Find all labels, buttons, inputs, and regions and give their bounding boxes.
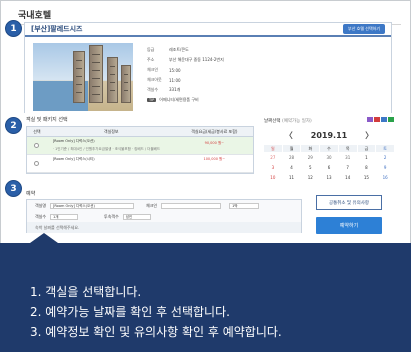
room-radio[interactable] bbox=[34, 161, 40, 166]
rooms-label: 객실수 bbox=[35, 213, 47, 219]
room-table: 선택 객실정보 객실요금(세금/봉사료 포함) [Room Only] 디럭스(… bbox=[26, 126, 254, 174]
calendar-day[interactable]: 2 bbox=[376, 153, 394, 162]
next-month-button[interactable]: 〉 bbox=[365, 130, 373, 141]
booking-section: 예약 객실명 [Room Only] 디럭스(오션) 체크인 1박 객실수 1개… bbox=[24, 190, 392, 234]
calendar-day[interactable]: 12 bbox=[301, 173, 319, 182]
room-name: [Room Only] 디럭스(오션) bbox=[52, 139, 95, 143]
weekday-header: 일 bbox=[264, 145, 282, 152]
calendar-day[interactable]: 5 bbox=[301, 163, 319, 172]
calendar-day[interactable]: 13 bbox=[320, 173, 338, 182]
room-price: 90,000 원~ bbox=[204, 141, 225, 145]
info-label: 등급 bbox=[147, 47, 155, 52]
instruction-line: 1. 객실을 선택합니다. bbox=[30, 285, 142, 299]
info-value: 15:00 bbox=[169, 67, 181, 73]
room-date-section: 객실 및 패키지 선택 선택 객실정보 객실요금(세금/봉사료 포함) [Roo… bbox=[24, 113, 394, 189]
booking-form: 객실명 [Room Only] 디럭스(오션) 체크인 1박 객실수 1개 투숙… bbox=[26, 199, 302, 233]
instruction-list: 1. 객실을 선택합니다. 2. 예약가능 날짜를 확인 후 선택합니다. 3.… bbox=[30, 282, 282, 342]
calendar-day[interactable]: 30 bbox=[320, 153, 338, 162]
calendar-day[interactable]: 6 bbox=[320, 163, 338, 172]
booking-section-label: 예약 bbox=[26, 191, 36, 197]
hotel-card-header: [부산]팔레드시즈 부산 호텔 선택하기 bbox=[25, 23, 391, 37]
calendar-legend bbox=[366, 117, 394, 124]
col-select: 선택 bbox=[33, 128, 41, 134]
calendar-day[interactable]: 7 bbox=[339, 163, 357, 172]
hotel-info-list: 등급 레조트/콘도 주소 부산 해운대구 중동 1124-2번지 체크인 15:00 … bbox=[147, 45, 224, 105]
room-field[interactable]: [Room Only] 디럭스(오션) bbox=[50, 202, 135, 209]
calendar-day[interactable]: 27 bbox=[264, 153, 282, 162]
calendar-day[interactable]: 4 bbox=[283, 163, 301, 172]
hotel-name: [부산]팔레드시즈 bbox=[31, 25, 83, 33]
prev-month-button[interactable]: 〈 bbox=[285, 130, 293, 141]
hotel-info-row: 객실수 331개 bbox=[147, 85, 224, 95]
info-label: 체크아웃 bbox=[147, 77, 162, 82]
hotel-photo bbox=[33, 43, 133, 111]
instruction-line: 3. 예약정보 확인 및 유의사항 확인 후 예약합니다. bbox=[30, 325, 282, 339]
page-title: 국내호텔 bbox=[18, 11, 52, 21]
weekday-header: 수 bbox=[320, 145, 338, 152]
date-hint: 숙박 날짜를 선택해주세요. bbox=[27, 222, 301, 233]
guests-select[interactable]: 성인 bbox=[122, 213, 151, 220]
calendar-day[interactable]: 29 bbox=[301, 153, 319, 162]
col-price: 객실요금(세금/봉사료 포함) bbox=[191, 128, 238, 134]
nights-select[interactable]: 1박 bbox=[229, 202, 260, 209]
hotel-info-row: 주소 부산 해운대구 중동 1124-2번지 bbox=[147, 55, 224, 65]
col-room-info: 객실정보 bbox=[103, 128, 119, 134]
info-label: 주소 bbox=[147, 57, 155, 62]
hotel-select-button[interactable]: 부산 호텔 선택하기 bbox=[343, 24, 385, 34]
step-badge-2: 2 bbox=[5, 117, 22, 134]
room-price: 100,000 원~ bbox=[203, 157, 226, 161]
calendar-note: (예약가능 일자) bbox=[282, 118, 312, 124]
room-row[interactable]: [Room Only] 디럭스(시티) 100,000 원~ bbox=[27, 155, 253, 173]
info-value: 331개 bbox=[169, 87, 181, 92]
hotel-info-row: TIP 어메니티/세면용품 구비 bbox=[147, 95, 224, 105]
calendar-day[interactable]: 1 bbox=[358, 153, 376, 162]
instruction-line: 2. 예약가능 날짜를 확인 후 선택합니다. bbox=[30, 305, 230, 319]
room-table-header: 선택 객실정보 객실요금(세금/봉사료 포함) bbox=[27, 127, 253, 137]
info-value: 레조트/콘도 bbox=[169, 47, 189, 52]
guests-label: 투숙객수 bbox=[104, 213, 119, 219]
calendar-label: 날짜선택 bbox=[264, 118, 281, 124]
calendar-day[interactable]: 15 bbox=[358, 173, 376, 182]
room-label: 객실명 bbox=[35, 202, 47, 208]
room-detail: · 1인기준 / 최대4인 / 인원추가요금발생 · 조식불포함 · 킹베드 /… bbox=[52, 147, 161, 151]
hotel-card: [부산]팔레드시즈 부산 호텔 선택하기 등급 레조트/콘도 주소 부산 해운대구 … bbox=[24, 22, 392, 114]
calendar: 날짜선택 (예약가능 일자) 〈 2019.11 〉 일 월 화 수 목 금 토 27 28 29… bbox=[264, 117, 394, 182]
info-label: 객실수 bbox=[147, 87, 159, 92]
info-value: 어메니티/세면용품 구비 bbox=[159, 97, 199, 102]
info-value: 11:00 bbox=[169, 77, 181, 83]
weekday-header: 금 bbox=[357, 145, 376, 152]
calendar-grid: 일 월 화 수 목 금 토 27 28 29 30 31 1 2 3 4 5 6 7 8 9 10 11 12 13 14 15 16 bbox=[264, 145, 394, 182]
tip-badge: TIP bbox=[147, 98, 157, 102]
weekday-header: 목 bbox=[338, 145, 357, 152]
checkin-field[interactable] bbox=[161, 202, 222, 209]
calendar-day[interactable]: 16 bbox=[376, 173, 394, 182]
calendar-day[interactable]: 28 bbox=[283, 153, 301, 162]
hotel-info-row: 체크인 15:00 bbox=[147, 65, 224, 75]
weekday-header: 화 bbox=[301, 145, 320, 152]
cancel-policy-button[interactable]: 공통취소 및 유의사항 bbox=[316, 195, 382, 210]
rooms-select[interactable]: 1개 bbox=[50, 213, 79, 220]
hotel-info-row: 체크아웃 11:00 bbox=[147, 75, 224, 85]
weekday-header: 토 bbox=[376, 145, 394, 152]
info-label: 체크인 bbox=[147, 67, 159, 72]
room-name: [Room Only] 디럭스(시티) bbox=[52, 157, 95, 161]
room-radio[interactable] bbox=[34, 143, 40, 148]
room-section-label: 객실 및 패키지 선택 bbox=[26, 117, 68, 123]
room-row[interactable]: [Room Only] 디럭스(오션) · 1인기준 / 최대4인 / 인원추가… bbox=[27, 137, 253, 155]
calendar-day[interactable]: 8 bbox=[358, 163, 376, 172]
step-badge-3: 3 bbox=[5, 180, 22, 197]
calendar-day[interactable]: 11 bbox=[283, 173, 301, 182]
calendar-day[interactable]: 31 bbox=[339, 153, 357, 162]
step-badge-1: 1 bbox=[5, 20, 22, 37]
hotel-info-row: 등급 레조트/콘도 bbox=[147, 45, 224, 55]
calendar-day[interactable]: 10 bbox=[264, 173, 282, 182]
calendar-day[interactable]: 3 bbox=[264, 163, 282, 172]
calendar-day[interactable]: 9 bbox=[376, 163, 394, 172]
info-value: 부산 해운대구 중동 1124-2번지 bbox=[169, 57, 224, 62]
book-button[interactable]: 예약하기 bbox=[316, 217, 382, 234]
calendar-month: 2019.11 bbox=[310, 131, 348, 140]
weekday-header: 월 bbox=[282, 145, 301, 152]
calendar-day[interactable]: 14 bbox=[339, 173, 357, 182]
checkin-label: 체크인 bbox=[146, 202, 158, 208]
